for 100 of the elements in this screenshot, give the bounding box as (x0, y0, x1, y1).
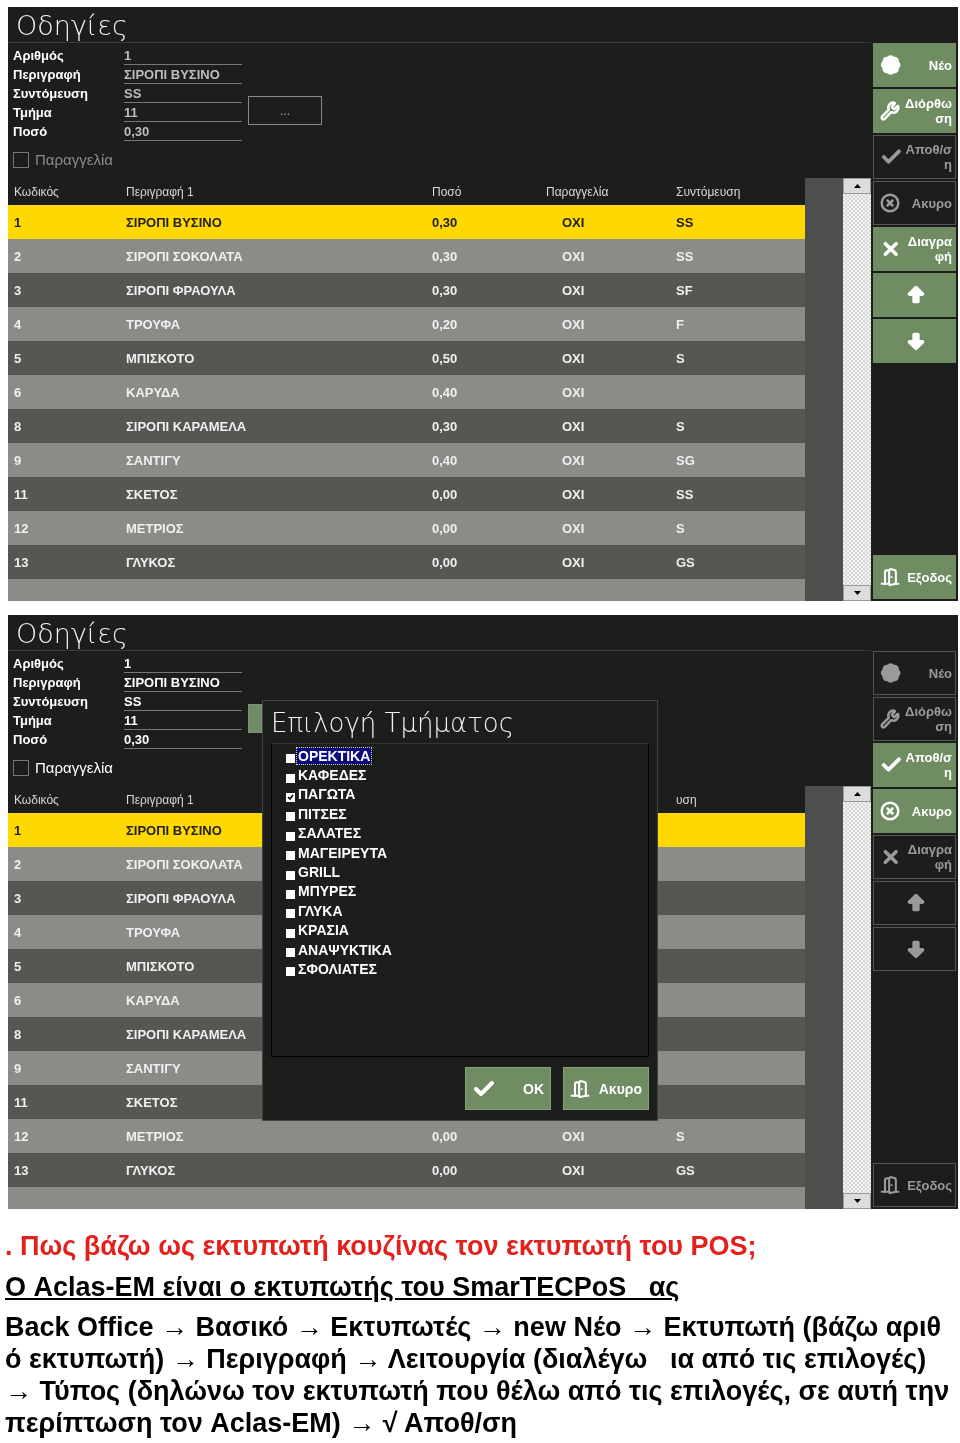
table-cell-text: 12 (13, 1128, 29, 1144)
table-cell-text: S (675, 1128, 685, 1144)
table-cell-text: ΣΙΡΟΠΙ ΦΡΑΟΥΛΑ (125, 282, 236, 298)
table-cell-text: ΣΚΕΤΟΣ (125, 1094, 178, 1110)
table-cell-text: 0,00 (431, 1128, 458, 1144)
table-cell-text: ΟΧΙ (561, 282, 585, 298)
window-title: Οδηγίες (15, 9, 129, 42)
table-cell-text: ΜΕΤΡΙΟΣ (125, 520, 184, 536)
table-cell-text: 5 (13, 350, 22, 366)
window-title: Οδηγίες (15, 617, 129, 650)
table-cell-text: GS (675, 1162, 695, 1178)
table-cell-text: ΓΛΥΚΟΣ (125, 554, 176, 570)
table-cell-text: 0,30 (431, 282, 458, 298)
table-cell-text: ΟΧΙ (561, 350, 585, 366)
column-header: Κωδικός (13, 792, 59, 807)
table-cell-text: 0,00 (431, 486, 458, 502)
table-cell-text: ΜΠΙΣΚΟΤΟ (125, 958, 195, 974)
field-label: Περιγραφή (13, 675, 82, 690)
table-cell-text: 5 (13, 958, 22, 974)
table-cell-text: 11 (13, 486, 28, 502)
instructions-paragraph: Back Office → Βασικό → Εκτυπωτές → new Νέο → Εκτυπωτή (βάζω αριθ ό εκτυπωτή) → Περιγραφή → Λειτουργία (διαλέγω ια από τις επιλογές) → Τύπος (δηλώνω τον εκτυπωτή που θέλω από τις επιλογές, σε αυτή την περίπτωση τον Aclas-EM) → √ Αποθ/ση (5, 1311, 951, 1439)
table-cell-text: SG (675, 452, 695, 468)
table-cell-text: ΟΧΙ (561, 316, 585, 332)
table-cell-text: 8 (13, 1026, 22, 1042)
table-cell-text: 13 (13, 1162, 29, 1178)
table-cell-text: ΣΙΡΟΠΙ ΒΥΣΙΝΟ (125, 822, 222, 838)
table-cell-text: S (675, 520, 685, 536)
subtitle: Ο Aclas-EM είναι ο εκτυπωτής του SmarTECPoS ας (5, 1272, 681, 1303)
table-cell-text: SS (675, 214, 694, 230)
table-cell-text: 4 (13, 316, 22, 332)
table-cell-text: 0,30 (431, 248, 458, 264)
table-cell-text: ΣΙΡΟΠΙ ΦΡΑΟΥΛΑ (125, 890, 236, 906)
table-cell-text: GS (675, 554, 695, 570)
checkbox-label: Παραγγελία (35, 151, 113, 168)
table-cell-text: ΟΧΙ (561, 214, 585, 230)
table-cell-text: ΤΡΟΥΦΑ (125, 316, 181, 332)
table-cell-text: SS (675, 486, 694, 502)
table-cell-text: 0,50 (431, 350, 458, 366)
table-cell-text: SF (675, 282, 693, 298)
table-cell-text: 3 (13, 890, 22, 906)
table-cell-text: ΟΧΙ (561, 1162, 585, 1178)
table-cell-text: ΜΠΙΣΚΟΤΟ (125, 350, 195, 366)
field-label: Τμήμα (13, 713, 53, 728)
table-cell-text: ΣΙΡΟΠΙ ΣΟΚΟΛΑΤΑ (125, 856, 243, 872)
field-label: Αριθμός (13, 48, 65, 63)
question-heading: . Πως βάζω ως εκτυπωτή κουζίνας τον εκτυπωτή του POS; (5, 1231, 758, 1262)
table-cell-text: ΣΑΝΤΙΓΥ (125, 1060, 181, 1076)
table-cell-text: S (675, 350, 685, 366)
table-cell-text: 8 (13, 418, 22, 434)
column-header: υση (675, 792, 697, 807)
table-cell-text: 13 (13, 554, 29, 570)
table-cell-text: 6 (13, 992, 22, 1008)
field-label: Συντόμευση (13, 694, 89, 709)
table-cell-text: 3 (13, 282, 22, 298)
checkbox-label: Παραγγελία (35, 759, 113, 776)
table-cell-text: ΟΧΙ (561, 486, 585, 502)
field-label: Αριθμός (13, 656, 65, 671)
table-cell-text: F (675, 316, 684, 332)
table-cell-text: 9 (13, 1060, 22, 1076)
column-header: Παραγγελία (545, 184, 609, 199)
table-cell-text: 0,20 (431, 316, 458, 332)
field-label: Περιγραφή (13, 67, 82, 82)
table-cell-text: ΓΛΥΚΟΣ (125, 1162, 176, 1178)
table-cell-text: ΟΧΙ (561, 418, 585, 434)
column-header: Ποσό (431, 184, 462, 199)
table-cell-text: 6 (13, 384, 22, 400)
table-cell-text: 1 (13, 822, 22, 838)
table-cell-text: 1 (13, 214, 22, 230)
table-cell-text: 0,30 (431, 418, 458, 434)
table-cell-text: 0,40 (431, 384, 458, 400)
column-header: Περιγραφή 1 (125, 792, 194, 807)
column-header: Κωδικός (13, 184, 59, 199)
table-cell-text: SS (675, 248, 694, 264)
table-cell-text: 0,00 (431, 1162, 458, 1178)
table-cell-text: ΟΧΙ (561, 452, 585, 468)
table-cell-text: 9 (13, 452, 22, 468)
field-label: Συντόμευση (13, 86, 89, 101)
table-cell-text: ΣΚΕΤΟΣ (125, 486, 178, 502)
table-cell-text: 2 (13, 248, 22, 264)
table-cell-text: 4 (13, 924, 22, 940)
table-cell-text: ΟΧΙ (561, 520, 585, 536)
table-cell-text: 0,40 (431, 452, 458, 468)
column-header: Περιγραφή 1 (125, 184, 194, 199)
table-cell-text: 0,00 (431, 520, 458, 536)
table-cell-text: 12 (13, 520, 29, 536)
dialog-title: Επιλογή Τμήματος (271, 707, 515, 740)
table-cell-text: ΣΙΡΟΠΙ ΣΟΚΟΛΑΤΑ (125, 248, 243, 264)
table-cell-text: ΜΕΤΡΙΟΣ (125, 1128, 184, 1144)
table-cell-text: 11 (13, 1094, 28, 1110)
table-cell-text: ΟΧΙ (561, 248, 585, 264)
table-cell-text: ΟΧΙ (561, 384, 585, 400)
table-cell-text: 0,00 (431, 554, 458, 570)
table-cell-text: ΚΑΡΥΔΑ (125, 384, 180, 400)
column-header: Συντόμευση (675, 184, 741, 199)
table-cell-text: ΣΙΡΟΠΙ ΒΥΣΙΝΟ (125, 214, 222, 230)
table-cell-text: 0,30 (431, 214, 458, 230)
table-cell-text: ΣΑΝΤΙΓΥ (125, 452, 181, 468)
table-cell-text: ΣΙΡΟΠΙ ΚΑΡΑΜΕΛΑ (125, 418, 247, 434)
table-cell-text: ΟΧΙ (561, 1128, 585, 1144)
table-cell-text: ΤΡΟΥΦΑ (125, 924, 181, 940)
